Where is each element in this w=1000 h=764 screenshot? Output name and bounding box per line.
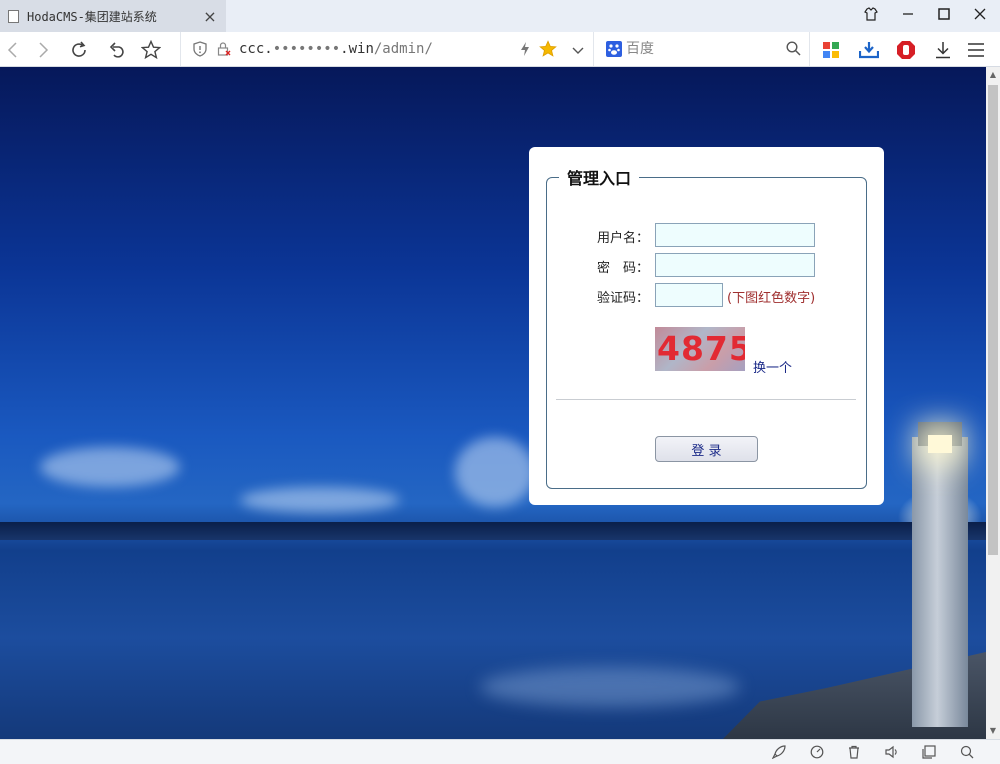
login-title: 管理入口 bbox=[567, 169, 632, 188]
download-tray-icon[interactable] bbox=[856, 37, 882, 63]
forward-icon[interactable] bbox=[30, 37, 56, 63]
password-input[interactable] bbox=[655, 253, 815, 277]
scrollbar-thumb[interactable] bbox=[988, 85, 998, 555]
zoom-icon[interactable] bbox=[958, 743, 976, 761]
password-row: 密 码： bbox=[547, 253, 868, 277]
page-viewport: 管理入口 用户名： 密 码： 验证码： (下图红色数字) 4875 换一个 登 … bbox=[0, 67, 986, 739]
status-bar bbox=[0, 739, 1000, 764]
browser-toolbar: ccc.••••••••.win/admin/ bbox=[0, 32, 1000, 67]
login-button[interactable]: 登 录 bbox=[655, 436, 758, 462]
apps-grid-icon[interactable] bbox=[818, 37, 844, 63]
skin-icon[interactable] bbox=[853, 0, 889, 28]
tab-strip: HodaCMS-集团建站系统 × bbox=[0, 0, 1000, 32]
divider bbox=[556, 399, 856, 400]
trash-icon[interactable] bbox=[845, 743, 863, 761]
search-input[interactable] bbox=[626, 39, 776, 59]
search-box[interactable] bbox=[596, 32, 810, 66]
scroll-down-arrow-icon[interactable]: ▼ bbox=[986, 723, 1000, 739]
url-host-blurred: •••••••• bbox=[272, 41, 341, 57]
url-domain: .win bbox=[340, 41, 374, 57]
reload-icon[interactable] bbox=[66, 37, 92, 63]
adblock-icon[interactable] bbox=[893, 37, 919, 63]
volume-icon[interactable] bbox=[883, 743, 901, 761]
maximize-icon[interactable] bbox=[926, 0, 962, 28]
cloud bbox=[40, 447, 180, 487]
login-card: 管理入口 用户名： 密 码： 验证码： (下图红色数字) 4875 换一个 登 … bbox=[529, 147, 884, 505]
tab-title: HodaCMS-集团建站系统 bbox=[27, 9, 157, 24]
cloud bbox=[240, 487, 400, 513]
shoreline bbox=[0, 522, 986, 540]
cloud bbox=[455, 437, 535, 507]
document-icon bbox=[8, 9, 19, 23]
lighthouse-lamp bbox=[928, 435, 952, 453]
undo-icon[interactable] bbox=[104, 37, 130, 63]
favorite-icon[interactable] bbox=[138, 37, 164, 63]
chevron-down-icon[interactable] bbox=[571, 42, 585, 61]
url-text[interactable]: ccc.••••••••.win/admin/ bbox=[239, 41, 433, 57]
captcha-hint: (下图红色数字) bbox=[727, 291, 816, 306]
download-icon[interactable] bbox=[930, 37, 956, 63]
url-host-prefix: ccc. bbox=[239, 41, 273, 57]
baidu-paw-icon bbox=[606, 41, 622, 61]
username-label: 用户名： bbox=[597, 231, 650, 246]
menu-icon[interactable] bbox=[963, 37, 989, 63]
captcha-image[interactable]: 4875 bbox=[655, 327, 745, 371]
search-icon[interactable] bbox=[786, 41, 801, 60]
rocket-icon[interactable] bbox=[770, 743, 788, 761]
tab-current[interactable]: HodaCMS-集团建站系统 × bbox=[0, 0, 226, 32]
close-window-icon[interactable] bbox=[962, 0, 998, 28]
speed-gauge-icon[interactable] bbox=[808, 743, 826, 761]
captcha-image-text: 4875 bbox=[657, 329, 745, 368]
sea-reflection bbox=[480, 667, 740, 707]
insecure-lock-icon[interactable] bbox=[217, 41, 231, 61]
captcha-input[interactable] bbox=[655, 283, 723, 307]
bookmarked-star-icon[interactable] bbox=[539, 40, 557, 62]
scroll-up-arrow-icon[interactable]: ▲ bbox=[986, 67, 1000, 83]
captcha-label: 验证码： bbox=[597, 291, 650, 306]
shield-icon[interactable] bbox=[193, 41, 207, 61]
address-bar[interactable]: ccc.••••••••.win/admin/ bbox=[180, 32, 594, 66]
url-path: /admin/ bbox=[373, 41, 433, 57]
lightning-icon[interactable] bbox=[519, 41, 531, 61]
minimize-icon[interactable] bbox=[890, 0, 926, 28]
back-icon[interactable] bbox=[0, 37, 26, 63]
login-fieldset: 管理入口 用户名： 密 码： 验证码： (下图红色数字) 4875 换一个 登 … bbox=[546, 165, 867, 489]
captcha-row: 验证码： (下图红色数字) bbox=[547, 283, 868, 307]
lighthouse bbox=[912, 437, 968, 727]
refresh-captcha-link[interactable]: 换一个 bbox=[753, 357, 792, 376]
password-label: 密 码： bbox=[597, 261, 650, 276]
username-input[interactable] bbox=[655, 223, 815, 247]
close-tab-icon[interactable]: × bbox=[202, 7, 218, 26]
window-icon[interactable] bbox=[920, 743, 938, 761]
username-row: 用户名： bbox=[547, 223, 868, 247]
